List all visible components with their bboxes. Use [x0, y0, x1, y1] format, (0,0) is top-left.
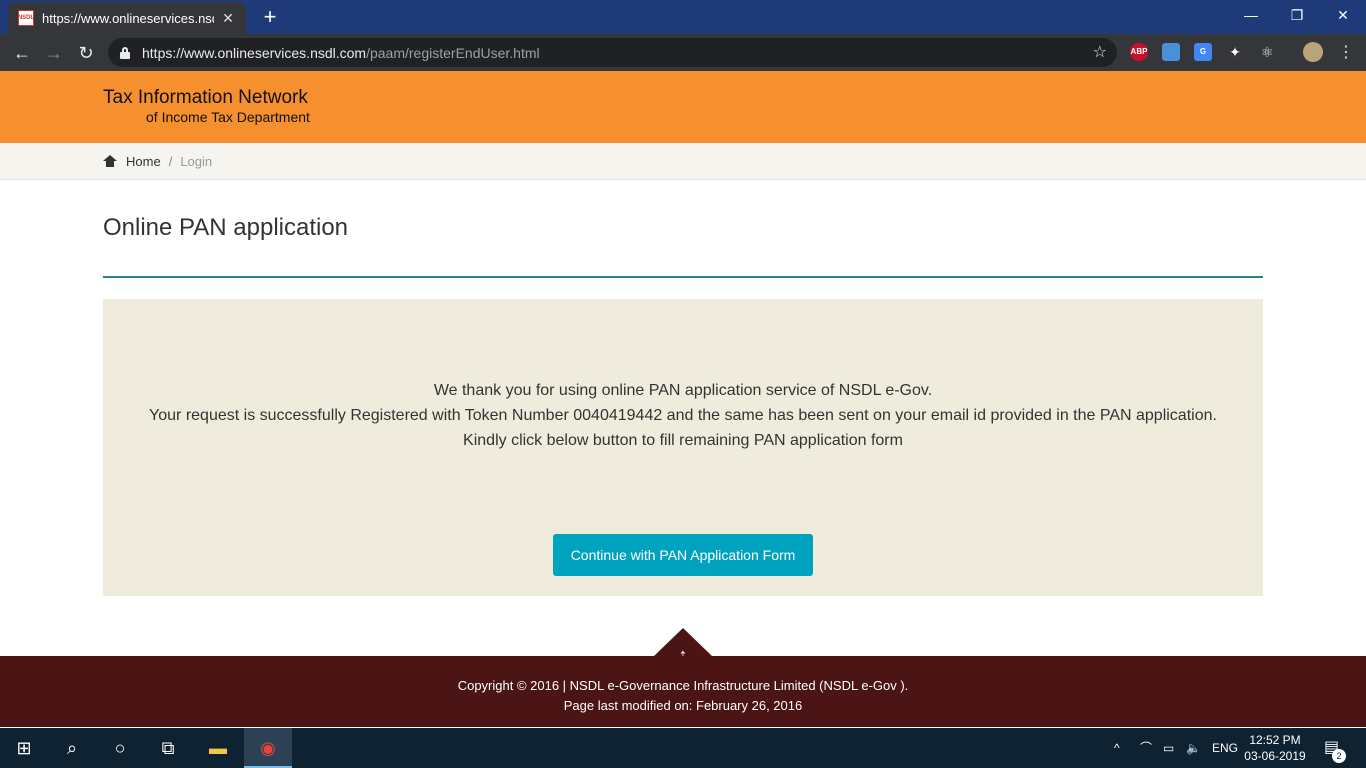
windows-start-icon[interactable]: ⊞	[0, 728, 48, 768]
clock-time: 12:52 PM	[1249, 733, 1301, 747]
cortana-icon[interactable]: ○	[96, 728, 144, 768]
brand-subtitle: of Income Tax Department	[146, 109, 310, 125]
file-explorer-icon[interactable]: ▬	[194, 728, 242, 768]
back-button[interactable]: ←	[9, 40, 35, 66]
chrome-icon[interactable]: ◉	[244, 728, 292, 768]
restore-window-button[interactable]: ❐	[1274, 0, 1320, 30]
wifi-icon[interactable]: ⌒	[1140, 728, 1152, 768]
site-footer: Copyright © 2016 | NSDL e-Governance Inf…	[0, 656, 1366, 727]
nsdl-favicon-icon: NSDL	[18, 10, 34, 26]
task-view-icon[interactable]: ⧉	[144, 728, 192, 768]
clock-date: 03-06-2019	[1244, 749, 1306, 763]
breadcrumb-current: Login	[180, 153, 213, 169]
new-tab-button[interactable]: +	[258, 5, 282, 29]
extension-window-icon[interactable]	[1162, 43, 1180, 61]
url-path: /paam/registerEndUser.html	[366, 44, 540, 61]
cat-extension-icon[interactable]: ✦	[1226, 43, 1244, 61]
last-modified-text: Page last modified on: February 26, 2016	[563, 698, 803, 713]
lock-icon	[120, 46, 130, 59]
close-tab-icon[interactable]: ✕	[220, 10, 236, 27]
system-clock[interactable]: 12:52 PM 03-06-2019	[1242, 732, 1308, 764]
browser-tabstrip: NSDL https://www.onlineservices.nsdl.c ✕…	[0, 0, 1366, 34]
browser-menu-icon[interactable]: ⋮	[1333, 40, 1359, 66]
breadcrumb-home-link[interactable]: Home	[126, 154, 161, 169]
brand-title[interactable]: Tax Information Network	[103, 87, 308, 109]
forward-button[interactable]: →	[41, 40, 67, 66]
url-host: https://www.onlineservices.nsdl.com	[142, 44, 367, 61]
confirmation-panel: We thank you for using online PAN applic…	[103, 299, 1263, 596]
url-text: https://www.onlineservices.nsdl.com/paam…	[142, 45, 540, 61]
breadcrumb: Home / Login	[0, 143, 1366, 180]
browser-tab[interactable]: NSDL https://www.onlineservices.nsdl.c ✕	[8, 2, 246, 34]
tab-title: https://www.onlineservices.nsdl.c	[42, 10, 214, 26]
home-icon	[103, 155, 117, 167]
search-icon[interactable]: ⌕	[48, 728, 96, 768]
copyright-text: Copyright © 2016 | NSDL e-Governance Inf…	[457, 678, 909, 693]
notification-count-badge: 2	[1332, 749, 1346, 763]
address-bar[interactable]: https://www.onlineservices.nsdl.com/paam…	[108, 38, 1117, 67]
token-registration-message: Your request is successfully Registered …	[149, 407, 1217, 424]
thank-you-message: We thank you for using online PAN applic…	[433, 382, 933, 399]
google-translate-icon[interactable]: G	[1194, 43, 1212, 61]
reload-button[interactable]: ↻	[73, 40, 99, 66]
breadcrumb-separator: /	[168, 153, 173, 169]
battery-icon[interactable]: ▭	[1163, 728, 1174, 768]
react-devtools-icon[interactable]: ⚛	[1258, 43, 1276, 61]
title-divider	[103, 276, 1263, 278]
continue-pan-application-button[interactable]: Continue with PAN Application Form	[553, 534, 813, 576]
profile-avatar[interactable]	[1303, 42, 1323, 62]
language-indicator[interactable]: ENG	[1212, 728, 1238, 768]
adblock-plus-icon[interactable]: ABP	[1130, 43, 1148, 61]
minimize-window-button[interactable]: —	[1228, 0, 1274, 30]
volume-icon[interactable]: 🔈	[1186, 728, 1201, 768]
close-window-button[interactable]: ✕	[1320, 0, 1366, 30]
browser-toolbar: ← → ↻ https://www.onlineservices.nsdl.co…	[0, 34, 1366, 71]
show-hidden-icons-icon[interactable]: ^	[1114, 728, 1120, 768]
windows-taskbar: ⊞ ⌕ ○ ⧉ ▬ ◉ ^ ⌒ ▭ 🔈 ENG 12:52 PM 03-06-2…	[0, 728, 1366, 768]
bookmark-star-icon[interactable]: ☆	[1093, 42, 1107, 62]
site-header: Tax Information Network of Income Tax De…	[0, 71, 1366, 143]
page-title: Online PAN application	[103, 214, 349, 241]
instruction-message: Kindly click below button to fill remain…	[463, 432, 903, 449]
